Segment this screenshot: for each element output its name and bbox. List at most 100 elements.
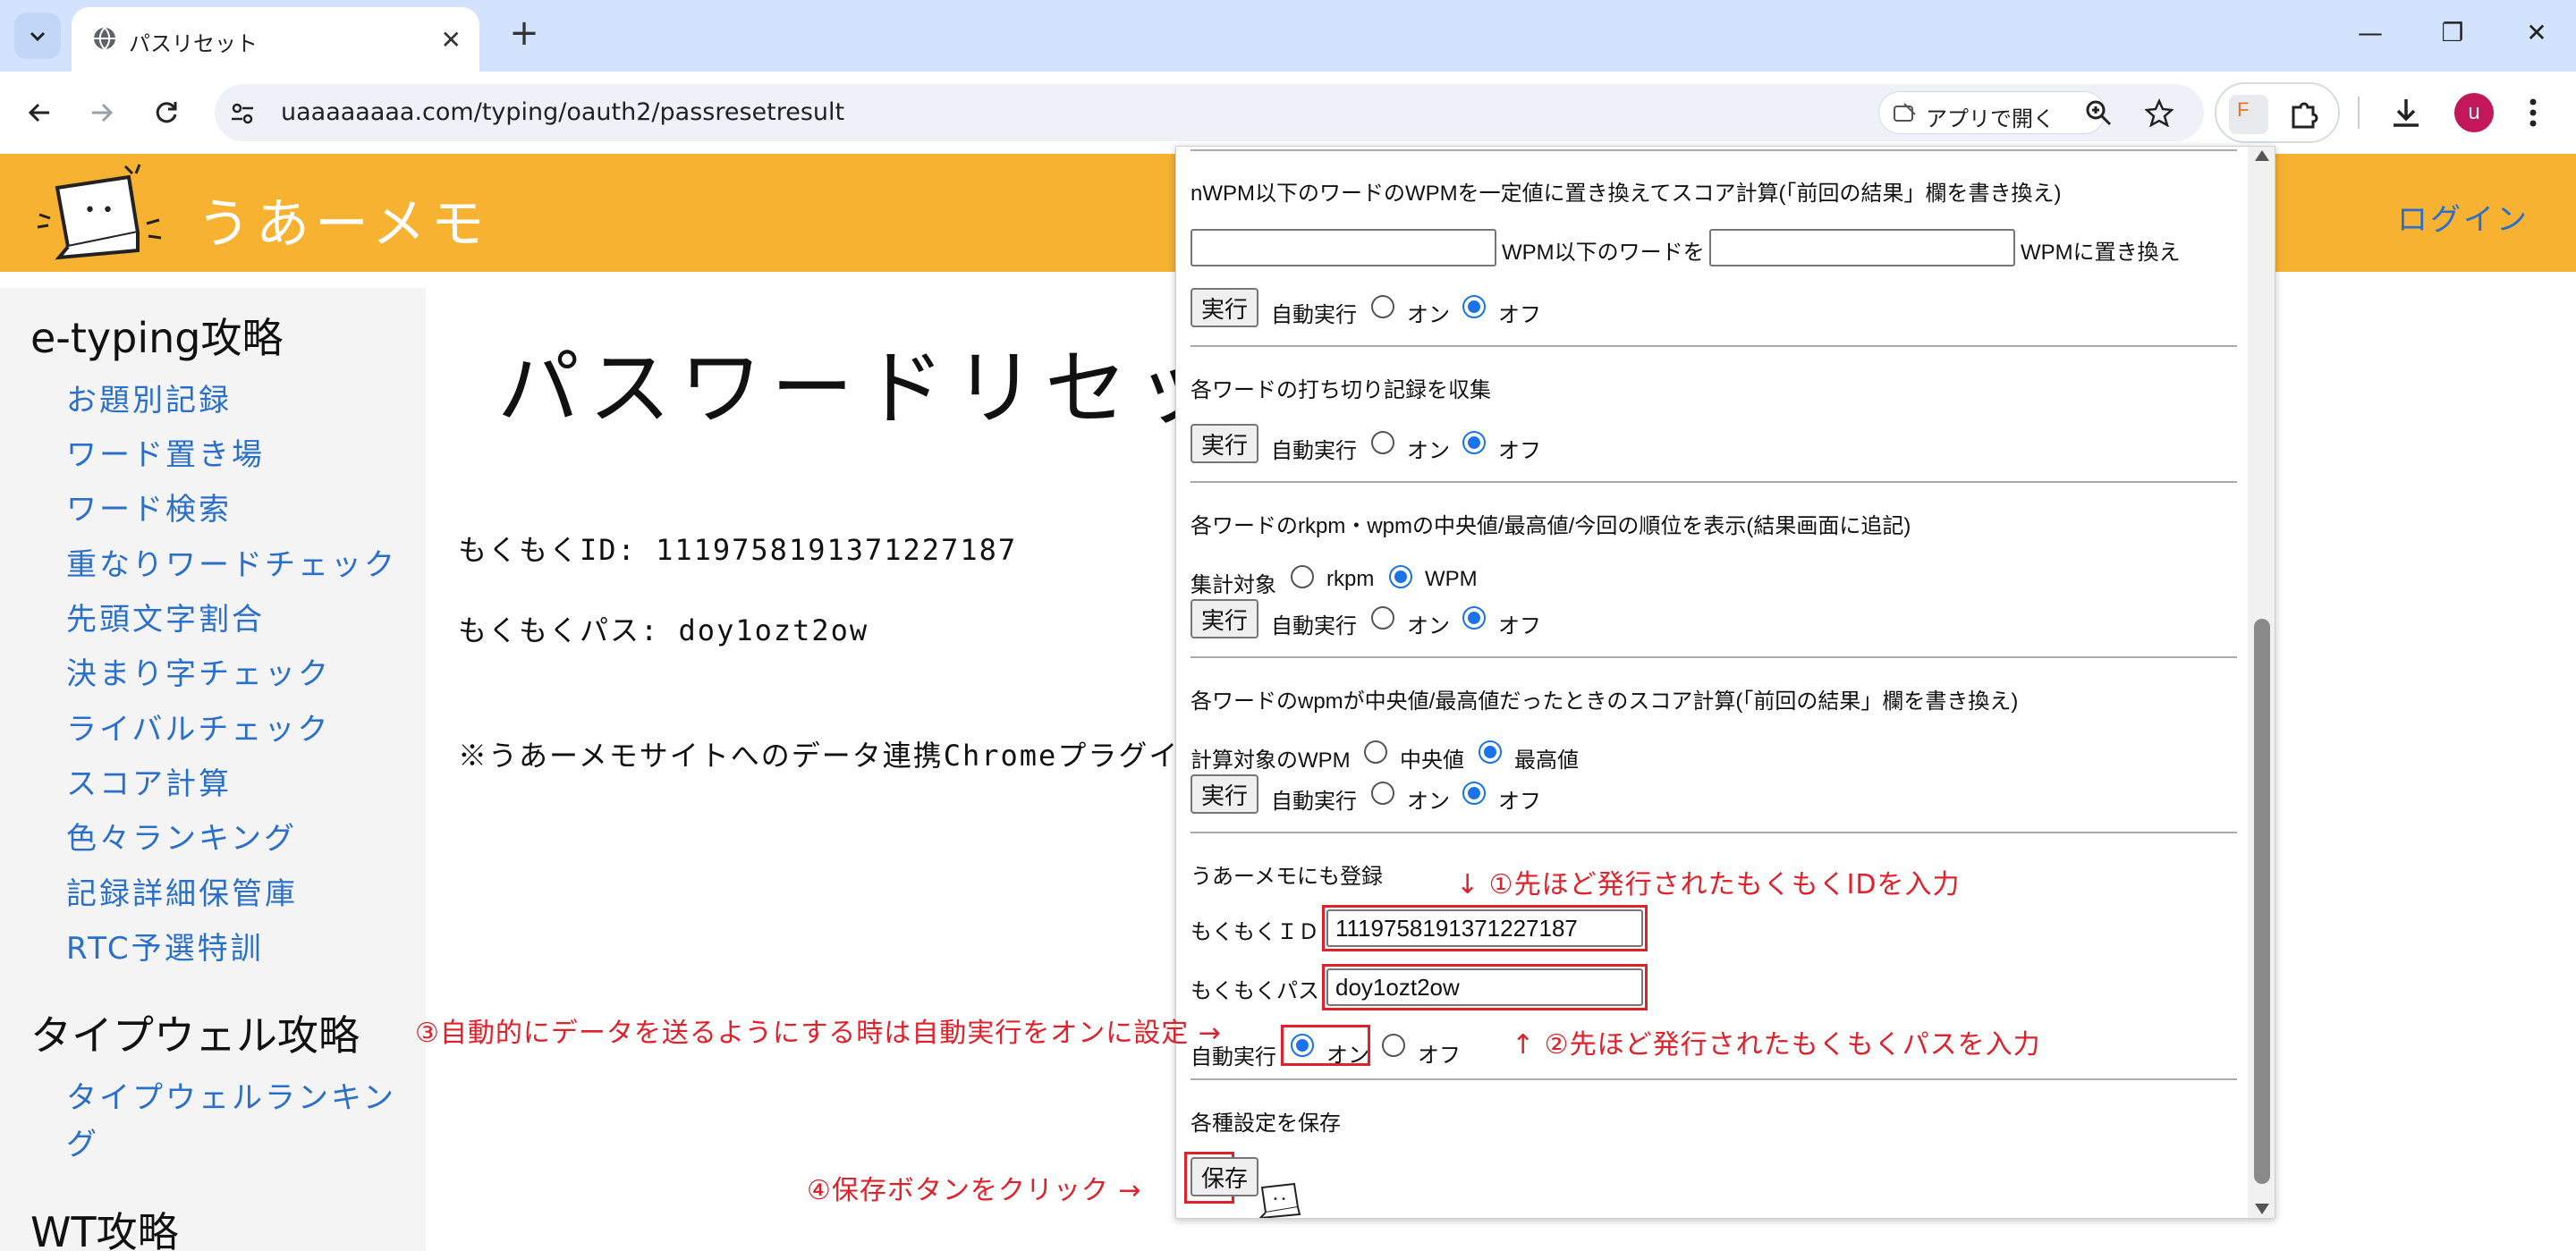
mokumoku-id-line: もくもくID: 1119758191371227187	[458, 533, 1018, 567]
reload-button[interactable]	[147, 93, 186, 132]
sec2-auto-on-radio[interactable]	[1371, 431, 1394, 454]
sidebar-heading-wt: WT攻略	[30, 1208, 179, 1251]
section-divider	[1191, 481, 2237, 483]
sec5-auto-on-radio[interactable]	[1291, 1034, 1314, 1057]
open-in-app-button[interactable]: アプリで開く	[1878, 91, 2106, 134]
sec3-title: 各ワードのrkpm・wpmの中央値/最高値/今回の順位を表示(結果画面に追記)	[1191, 514, 1911, 538]
extensions-area: F	[2215, 82, 2340, 143]
sec3-wpm-radio[interactable]	[1389, 565, 1412, 588]
puzzle-extensions-icon[interactable]	[2286, 97, 2322, 132]
sec3-rkpm-label: rkpm	[1326, 567, 1375, 591]
svg-text:• •: • •	[1273, 1195, 1286, 1205]
sec1-off-label: オフ	[1498, 303, 1541, 327]
chevron-down-icon	[30, 31, 46, 42]
sidebar-item[interactable]: RTC予選特訓	[66, 924, 264, 968]
mokumoku-id-input[interactable]	[1326, 909, 1643, 947]
restore-button[interactable]: ❐	[2435, 18, 2470, 47]
f-extension-icon[interactable]: F	[2229, 95, 2268, 134]
tab-close-icon[interactable]: ✕	[441, 25, 462, 55]
sidebar-item[interactable]: ワード検索	[66, 485, 232, 528]
profile-avatar[interactable]: u	[2454, 93, 2494, 132]
tab-active[interactable]: パスリセット ✕	[72, 7, 479, 72]
sec2-on-label: オン	[1407, 439, 1450, 463]
sec3-off-label: オフ	[1498, 614, 1541, 638]
scroll-down-icon[interactable]	[2255, 1204, 2269, 1214]
sec4-target-label: 計算対象のWPM	[1191, 748, 1351, 773]
svg-text:• •: • •	[84, 199, 114, 222]
mokumoku-pass-line: もくもくパス: doy1ozt2ow	[458, 613, 869, 647]
sec3-rkpm-radio[interactable]	[1291, 565, 1314, 588]
minimize-button[interactable]: —	[2352, 18, 2388, 47]
sidebar-item[interactable]: グ	[66, 1120, 99, 1163]
zoom-icon[interactable]	[2084, 98, 2113, 127]
login-link[interactable]: ログイン	[2397, 195, 2529, 239]
toolbar-divider	[2358, 97, 2360, 129]
sec1-auto-off-radio[interactable]	[1462, 295, 1486, 318]
sec4-auto-label: 自動実行	[1271, 790, 1357, 814]
sidebar-item[interactable]: 重なりワードチェック	[66, 540, 397, 584]
wpm-replace-input[interactable]	[1709, 229, 2015, 266]
sec3-auto-on-radio[interactable]	[1371, 606, 1394, 630]
sec1-title: nWPM以下のワードのWPMを一定値に置き換えてスコア計算(「前回の結果」欄を書…	[1191, 182, 2062, 206]
site-settings-icon[interactable]	[229, 100, 256, 127]
section-divider	[1191, 656, 2237, 658]
plugin-note-line: ※うあーメモサイトへのデータ連携Chromeプラグイ	[458, 739, 1180, 773]
sec4-median-radio[interactable]	[1364, 740, 1387, 764]
sidebar-item[interactable]: お題別記録	[66, 376, 232, 419]
sec4-title: 各ワードのwpmが中央値/最高値だったときのスコア計算(「前回の結果」欄を書き換…	[1191, 689, 2019, 714]
sidebar-item[interactable]: 先頭文字割合	[66, 595, 265, 638]
popup-scrollbar[interactable]	[2248, 147, 2275, 1218]
sec1-auto-label: 自動実行	[1271, 303, 1357, 327]
mokumoku-pass-input[interactable]	[1326, 968, 1643, 1006]
sec3-target-label: 集計対象	[1191, 573, 1276, 597]
back-button[interactable]	[20, 93, 59, 132]
sidebar-item[interactable]: 色々ランキング	[66, 814, 297, 858]
sec2-run-button[interactable]: 実行	[1191, 424, 1259, 463]
sec1-auto-on-radio[interactable]	[1371, 295, 1394, 318]
url-text: uaaaaaaaa.com/typing/oauth2/passresetres…	[281, 98, 845, 126]
save-button[interactable]: 保存	[1191, 1157, 1259, 1196]
wpm-threshold-input[interactable]	[1191, 229, 1496, 266]
section-divider	[1191, 345, 2237, 347]
sec2-off-label: オフ	[1498, 439, 1541, 463]
sidebar-item[interactable]: スコア計算	[66, 759, 232, 803]
kebab-menu-icon[interactable]	[2524, 95, 2542, 131]
new-tab-button[interactable]: +	[506, 13, 542, 54]
download-icon[interactable]	[2388, 95, 2424, 131]
sec1-on-label: オン	[1407, 303, 1450, 327]
sec4-auto-on-radio[interactable]	[1371, 782, 1394, 805]
site-title[interactable]: うあーメモ	[197, 181, 490, 258]
sec4-run-button[interactable]: 実行	[1191, 774, 1259, 814]
sidebar-item[interactable]: 記録詳細保管庫	[66, 869, 298, 913]
sec3-auto-off-radio[interactable]	[1462, 606, 1486, 630]
scroll-thumb[interactable]	[2254, 619, 2270, 1184]
sec3-on-label: オン	[1407, 614, 1450, 638]
tab-title: パスリセット	[129, 31, 258, 56]
sidebar-item[interactable]: 決まり字チェック	[66, 649, 331, 693]
sec5-title: うあーメモにも登録	[1191, 865, 1384, 889]
mascot-logo-icon[interactable]: • •	[32, 161, 175, 266]
address-bar[interactable]: uaaaaaaaa.com/typing/oauth2/passresetres…	[215, 84, 2204, 141]
sec5-auto-off-radio[interactable]	[1382, 1034, 1405, 1057]
sec4-off-label: オフ	[1498, 790, 1541, 814]
sec1-run-button[interactable]: 実行	[1191, 288, 1259, 327]
sec3-run-button[interactable]: 実行	[1191, 599, 1259, 638]
reload-icon	[156, 102, 177, 123]
forward-button[interactable]	[82, 93, 122, 132]
sidebar-item[interactable]: タイプウェルランキン	[66, 1073, 396, 1117]
sidebar-heading-etyping: e-typing攻略	[30, 314, 284, 362]
mokumoku-id-label: もくもくＩＤ	[1191, 920, 1319, 944]
arrow-left-icon	[28, 103, 49, 123]
scroll-up-icon[interactable]	[2255, 150, 2269, 161]
sec4-auto-off-radio[interactable]	[1462, 782, 1486, 805]
close-window-button[interactable]: ✕	[2519, 18, 2555, 47]
annotation-step4: ④保存ボタンをクリック →	[807, 1175, 1142, 1206]
sec5-on-label: オン	[1326, 1044, 1369, 1068]
tab-search-button[interactable]	[14, 13, 61, 59]
sidebar-item[interactable]: ワード置き場	[66, 430, 265, 474]
bookmark-star-icon[interactable]	[2145, 98, 2174, 127]
sec2-auto-off-radio[interactable]	[1462, 431, 1486, 454]
sidebar-item[interactable]: ライバルチェック	[66, 705, 330, 748]
annotation-step1: ↓ ①先ほど発行されたもくもくIDを入力	[1456, 869, 1961, 900]
sec4-max-radio[interactable]	[1479, 740, 1502, 764]
